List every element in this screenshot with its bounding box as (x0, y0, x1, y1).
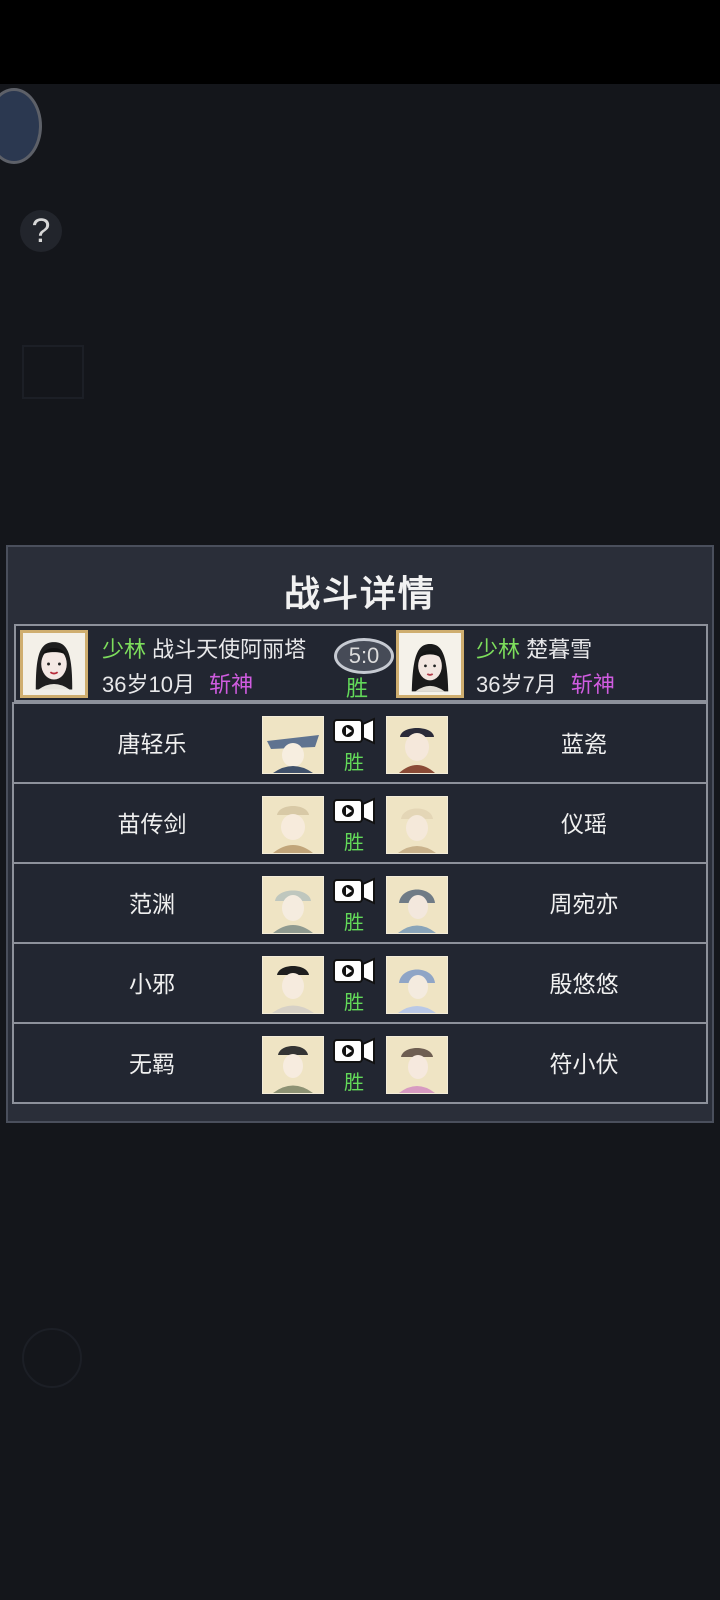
panel-title: 战斗详情 (283, 573, 436, 615)
left-fighter-portrait (262, 1036, 324, 1094)
right-fighter-portrait (386, 796, 448, 854)
right-player-name: 楚暮雪 (526, 637, 593, 662)
right-fighter-portrait (386, 876, 448, 934)
match-result: 胜 (344, 992, 364, 1014)
left-fighter-name: 范渊 (129, 891, 175, 917)
replay-button[interactable] (332, 874, 376, 908)
match-row: 小邪 胜 殷悠悠 (14, 944, 706, 1024)
help-icon: ? (31, 212, 51, 250)
right-player-age: 36岁7月 (476, 672, 557, 697)
right-fighter-name: 仪瑶 (561, 811, 607, 837)
right-player-info: 36岁7月 斩神 (476, 667, 615, 699)
help-button[interactable]: ? (20, 210, 62, 252)
right-fighter-name: 周宛亦 (549, 891, 619, 917)
left-fighter-name: 小邪 (129, 971, 175, 997)
right-player-rank: 斩神 (570, 672, 615, 697)
left-player-avatar (20, 630, 88, 698)
left-fighter-portrait (262, 956, 324, 1014)
match-row: 苗传剑 胜 仪瑶 (14, 784, 706, 864)
summary-result: 胜 (346, 676, 369, 701)
match-result: 胜 (344, 912, 364, 934)
left-player-sect-name: 少林 战斗天使阿丽塔 (102, 632, 306, 664)
right-fighter-portrait (386, 716, 448, 774)
right-fighter-portrait (386, 956, 448, 1014)
background-decoration (22, 1328, 82, 1388)
left-player-rank: 斩神 (209, 672, 254, 697)
left-player-name: 战斗天使阿丽塔 (152, 637, 307, 662)
right-fighter-name: 符小伏 (549, 1051, 619, 1077)
left-fighter-name: 苗传剑 (117, 811, 187, 837)
score-badge: 5:0 (334, 638, 394, 674)
replay-button[interactable] (332, 954, 376, 988)
left-player-info: 36岁10月 斩神 (102, 667, 253, 699)
left-fighter-name: 无羁 (129, 1051, 175, 1077)
left-player-sect: 少林 (102, 637, 147, 662)
replay-button[interactable] (332, 794, 376, 828)
match-result: 胜 (344, 752, 364, 774)
right-fighter-name: 蓝瓷 (561, 731, 607, 757)
match-row: 无羁 胜 符小伏 (14, 1024, 706, 1104)
match-result: 胜 (344, 1072, 364, 1094)
replay-button[interactable] (332, 1034, 376, 1068)
left-fighter-portrait (262, 876, 324, 934)
right-fighter-portrait (386, 1036, 448, 1094)
left-fighter-portrait (262, 796, 324, 854)
match-row: 唐轻乐 胜 蓝瓷 (14, 704, 706, 784)
match-result: 胜 (344, 832, 364, 854)
background-decoration (22, 345, 84, 399)
right-player-sect: 少林 (476, 637, 521, 662)
match-row: 范渊 胜 周宛亦 (14, 864, 706, 944)
left-fighter-portrait (262, 716, 324, 774)
status-bar (0, 0, 720, 84)
match-list: 唐轻乐 胜 蓝瓷 苗传剑 胜 仪瑶 范渊 胜 周宛亦 小邪 胜 殷悠悠 无羁 胜… (12, 702, 708, 1104)
right-player-avatar (396, 630, 464, 698)
left-player-age: 36岁10月 (102, 672, 195, 697)
left-fighter-name: 唐轻乐 (117, 731, 187, 757)
right-fighter-name: 殷悠悠 (549, 971, 619, 997)
replay-button[interactable] (332, 714, 376, 748)
right-player-sect-name: 少林 楚暮雪 (476, 632, 592, 664)
battle-summary: 少林 战斗天使阿丽塔 36岁10月 斩神 5:0 胜 少林 楚暮雪 36岁7月 … (14, 624, 708, 702)
